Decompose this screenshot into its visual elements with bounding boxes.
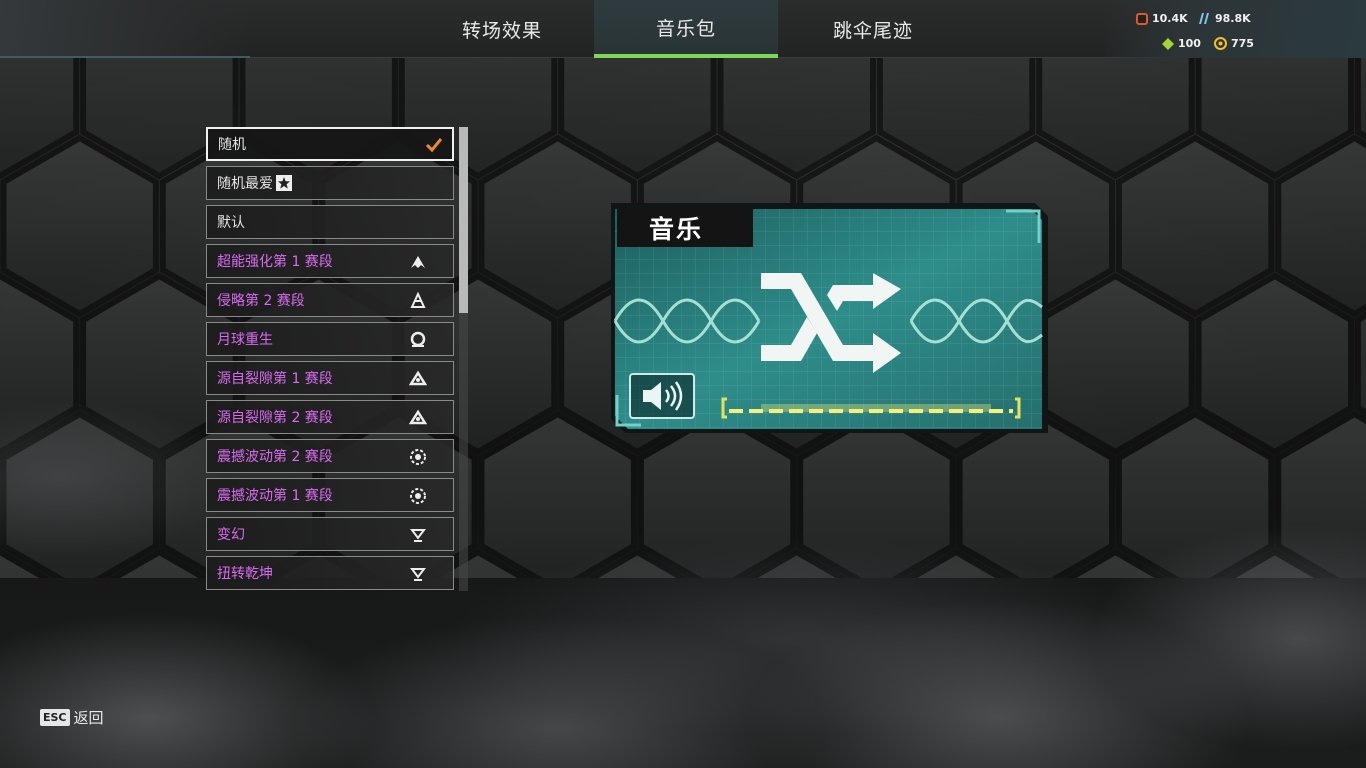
hexagon-tile [0, 134, 159, 318]
legend-tokens-value: 10.4K [1152, 12, 1188, 25]
tab-label: 音乐包 [655, 17, 716, 40]
season-emblem-icon [410, 331, 426, 347]
checkmark-icon [425, 138, 443, 153]
list-item-season-pack[interactable]: 震撼波动第 1 赛段 [206, 478, 454, 512]
esc-key-hint: ESC [40, 709, 70, 726]
season-emblem-icon [410, 488, 426, 504]
play-preview-button[interactable] [629, 373, 695, 419]
season-emblem-icon [409, 409, 427, 425]
preview-title: 音乐 [617, 209, 753, 247]
list-item-label: 源自裂隙第 1 赛段 [217, 371, 333, 387]
list-item-random[interactable]: 随机 [206, 127, 454, 161]
list-item-label: 变幻 [217, 527, 245, 543]
favorite-star-icon [276, 175, 292, 191]
season-emblem-icon [411, 256, 425, 268]
list-item-random-favorite[interactable]: 随机最爱 [206, 166, 454, 200]
list-item-default[interactable]: 默认 [206, 205, 454, 239]
heirloom-shards: 100 [1162, 37, 1201, 50]
volume-level-bar [729, 404, 1013, 413]
list-item-label: 超能强化第 1 赛段 [217, 254, 333, 270]
list-item-season-pack[interactable]: 月球重生 [206, 322, 454, 356]
legend-token-icon [1136, 12, 1148, 25]
list-item-label: 扭转乾坤 [217, 566, 273, 582]
tab-bar: 转场效果 音乐包 跳伞尾迹 [410, 0, 968, 58]
list-scrollbar-thumb[interactable] [459, 127, 468, 313]
list-item-season-pack[interactable]: 扭转乾坤 [206, 556, 454, 590]
list-item-season-pack[interactable]: 超能强化第 1 赛段 [206, 244, 454, 278]
list-item-season-pack[interactable]: 源自裂隙第 2 赛段 [206, 400, 454, 434]
season-emblem-icon [410, 529, 426, 542]
season-emblem-icon [410, 568, 426, 581]
tab-label: 跳伞尾迹 [832, 19, 913, 42]
legend-tokens: 10.4K [1136, 12, 1188, 25]
list-item-season-pack[interactable]: 源自裂隙第 1 赛段 [206, 361, 454, 395]
season-emblem-icon [410, 292, 426, 308]
list-item-label: 随机 [218, 137, 246, 153]
list-item-label: 震撼波动第 2 赛段 [217, 449, 333, 465]
fog-overlay [0, 388, 1366, 768]
season-emblem-icon [409, 370, 427, 386]
crafting-metals-value: 98.8K [1215, 12, 1251, 25]
list-item-season-pack[interactable]: 变幻 [206, 517, 454, 551]
apex-coins-value: 775 [1231, 37, 1254, 50]
tab-music-packs[interactable]: 音乐包 [594, 0, 778, 58]
crafting-metals-icon [1199, 13, 1209, 24]
list-item-label: 默认 [217, 215, 245, 231]
list-item-label: 震撼波动第 1 赛段 [217, 488, 333, 504]
apex-coin-icon [1214, 37, 1227, 50]
back-label: 返回 [73, 709, 104, 727]
heirloom-shard-icon [1162, 37, 1174, 50]
crafting-metals: 98.8K [1198, 12, 1251, 25]
tab-transition-effects[interactable]: 转场效果 [410, 0, 594, 58]
list-item-label: 源自裂隙第 2 赛段 [217, 410, 333, 426]
hexagon-tile [1115, 134, 1275, 318]
list-item-label: 侵略第 2 赛段 [217, 293, 305, 309]
top-navigation-bar: 转场效果 音乐包 跳伞尾迹 10.4K 98.8K 100 775 [0, 0, 1366, 58]
list-item-label: 随机最爱 [217, 176, 273, 192]
music-pack-list: 随机 随机最爱 默认 超能强化第 1 赛段 侵略第 2 赛段 月球重生 源自裂隙… [206, 127, 454, 595]
list-item-season-pack[interactable]: 侵略第 2 赛段 [206, 283, 454, 317]
tab-label: 转场效果 [461, 19, 542, 42]
season-emblem-icon [410, 449, 426, 465]
topbar-decoration [0, 0, 250, 58]
currency-panel: 10.4K 98.8K 100 775 [1106, 0, 1366, 58]
list-item-season-pack[interactable]: 震撼波动第 2 赛段 [206, 439, 454, 473]
tab-skydive-trails[interactable]: 跳伞尾迹 [778, 0, 968, 58]
apex-coins: 775 [1214, 37, 1254, 50]
music-pack-preview-card: 音乐 [611, 203, 1048, 433]
heirloom-shards-value: 100 [1178, 37, 1201, 50]
back-button[interactable]: ESC 返回 [40, 707, 104, 728]
list-item-label: 月球重生 [217, 332, 273, 348]
speaker-icon [643, 381, 683, 411]
